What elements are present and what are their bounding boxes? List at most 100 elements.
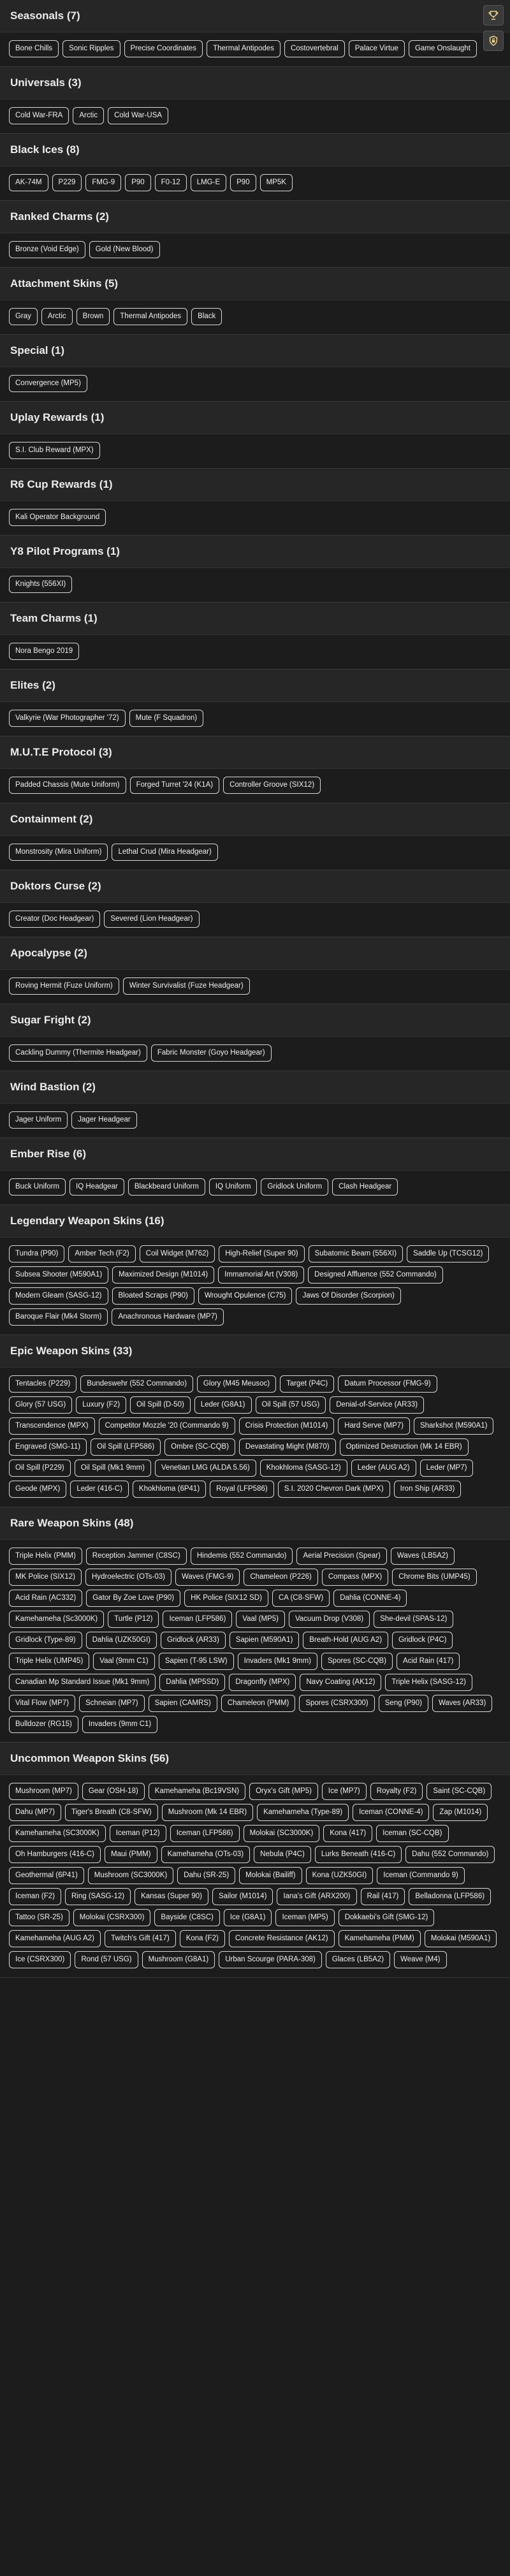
item-tag[interactable]: Fabric Monster (Goyo Headgear) bbox=[150, 1044, 272, 1062]
item-tag[interactable]: Breath-Hold (AUG A2) bbox=[303, 1632, 389, 1649]
item-tag[interactable]: Convergence (MP5) bbox=[9, 375, 87, 392]
section-header[interactable]: Apocalypse (2) bbox=[0, 937, 510, 970]
item-tag[interactable]: Schneian (MP7) bbox=[79, 1695, 145, 1712]
item-tag[interactable]: Molokai (CSRX300) bbox=[73, 1909, 151, 1926]
section-header[interactable]: Sugar Fright (2) bbox=[0, 1004, 510, 1037]
item-tag[interactable]: Chameleon (P226) bbox=[244, 1569, 318, 1586]
item-tag[interactable]: Forged Turret '24 (K1A) bbox=[129, 777, 220, 794]
section-header[interactable]: Elites (2) bbox=[0, 670, 510, 702]
item-tag[interactable]: Iceman (CONNE-4) bbox=[353, 1804, 430, 1821]
item-tag[interactable]: Glory (M45 Meusoc) bbox=[196, 1375, 277, 1393]
item-tag[interactable]: MK Police (SIX12) bbox=[9, 1569, 82, 1586]
item-tag[interactable]: She-devil (SPAS-12) bbox=[374, 1611, 454, 1628]
item-tag[interactable]: Oil Spill (57 USG) bbox=[255, 1396, 326, 1414]
section-header[interactable]: Ranked Charms (2) bbox=[0, 201, 510, 233]
item-tag[interactable]: Kamehameha (AUG A2) bbox=[9, 1930, 101, 1947]
item-tag[interactable]: Waves (LB5A2) bbox=[390, 1548, 455, 1565]
item-tag[interactable]: P90 bbox=[125, 174, 151, 191]
item-tag[interactable]: P229 bbox=[52, 174, 82, 191]
item-tag[interactable]: Amber Tech (F2) bbox=[68, 1245, 136, 1262]
item-tag[interactable]: Tiger's Breath (C8-SFW) bbox=[65, 1804, 158, 1821]
item-tag[interactable]: Gridlock (Type-89) bbox=[9, 1632, 82, 1649]
item-tag[interactable]: Kamehameha (OTs-03) bbox=[161, 1846, 251, 1863]
item-tag[interactable]: Weave (M4) bbox=[394, 1951, 447, 1968]
item-tag[interactable]: Navy Coating (AK12) bbox=[300, 1674, 382, 1691]
item-tag[interactable]: Sonic Ripples bbox=[62, 40, 120, 57]
item-tag[interactable]: Ice (MP7) bbox=[321, 1783, 367, 1800]
item-tag[interactable]: Gear (OSH-18) bbox=[82, 1783, 145, 1800]
item-tag[interactable]: High-Relief (Super 90) bbox=[219, 1245, 305, 1262]
item-tag[interactable]: AK-74M bbox=[9, 174, 48, 191]
item-tag[interactable]: Arctic bbox=[41, 308, 73, 325]
item-tag[interactable]: Kona (UZK50GI) bbox=[305, 1867, 374, 1884]
item-tag[interactable]: Game Onslaught bbox=[408, 40, 477, 57]
item-tag[interactable]: Kona (417) bbox=[323, 1825, 373, 1842]
item-tag[interactable]: Oryx's Gift (MP5) bbox=[249, 1783, 318, 1800]
item-tag[interactable]: Iceman (P12) bbox=[109, 1825, 166, 1842]
item-tag[interactable]: Severed (Lion Headgear) bbox=[104, 911, 200, 928]
item-tag[interactable]: Crisis Protection (M1014) bbox=[238, 1417, 335, 1435]
item-tag[interactable]: Mushroom (Mk 14 EBR) bbox=[161, 1804, 254, 1821]
item-tag[interactable]: Mute (F Squadron) bbox=[129, 710, 204, 727]
item-tag[interactable]: Leder (AUG A2) bbox=[351, 1460, 416, 1477]
item-tag[interactable]: Gold (New Blood) bbox=[89, 241, 160, 258]
item-tag[interactable]: Sharkshot (M590A1) bbox=[413, 1417, 494, 1435]
item-tag[interactable]: Royalty (F2) bbox=[370, 1783, 423, 1800]
item-tag[interactable]: Chameleon (PMM) bbox=[221, 1695, 296, 1712]
item-tag[interactable]: Clash Headgear bbox=[332, 1178, 398, 1196]
item-tag[interactable]: Creator (Doc Headgear) bbox=[9, 911, 101, 928]
item-tag[interactable]: Kamehameha (Sc3000K) bbox=[9, 1611, 105, 1628]
item-tag[interactable]: Optimized Destruction (Mk 14 EBR) bbox=[339, 1438, 469, 1456]
item-tag[interactable]: Seng (P90) bbox=[378, 1695, 428, 1712]
item-tag[interactable]: Urban Scourge (PARA-308) bbox=[219, 1951, 322, 1968]
item-tag[interactable]: Kansas (Super 90) bbox=[135, 1888, 208, 1905]
trophy-button[interactable] bbox=[483, 5, 504, 26]
item-tag[interactable]: Spores (CSRX300) bbox=[299, 1695, 375, 1712]
item-tag[interactable]: Dahlia (UZK50GI) bbox=[85, 1632, 157, 1649]
item-tag[interactable]: Vital Flow (MP7) bbox=[9, 1695, 76, 1712]
item-tag[interactable]: Compass (MPX) bbox=[321, 1569, 389, 1586]
item-tag[interactable]: Canadian Mp Standard Issue (Mk1 9mm) bbox=[9, 1674, 156, 1691]
item-tag[interactable]: Tattoo (SR-25) bbox=[9, 1909, 69, 1926]
item-tag[interactable]: Oh Hamburgers (416-C) bbox=[9, 1846, 101, 1863]
item-tag[interactable]: Kona (F2) bbox=[179, 1930, 225, 1947]
item-tag[interactable]: Coil Widget (M762) bbox=[139, 1245, 215, 1262]
item-tag[interactable]: Cold War-USA bbox=[108, 107, 169, 124]
item-tag[interactable]: Glaces (LB5A2) bbox=[325, 1951, 391, 1968]
item-tag[interactable]: Subatomic Beam (556XI) bbox=[308, 1245, 404, 1262]
item-tag[interactable]: Hydroelectric (OTs-03) bbox=[85, 1569, 171, 1586]
item-tag[interactable]: Royal (LFP586) bbox=[210, 1481, 274, 1498]
item-tag[interactable]: Datum Processor (FMG-9) bbox=[338, 1375, 437, 1393]
section-header[interactable]: Ember Rise (6) bbox=[0, 1138, 510, 1171]
section-header[interactable]: M.U.T.E Protocol (3) bbox=[0, 736, 510, 769]
item-tag[interactable]: Leder (MP7) bbox=[419, 1460, 474, 1477]
item-tag[interactable]: Khokhloma (SASG-12) bbox=[259, 1460, 347, 1477]
item-tag[interactable]: Winter Survivalist (Fuze Headgear) bbox=[122, 977, 250, 995]
item-tag[interactable]: Geode (MPX) bbox=[9, 1481, 67, 1498]
item-tag[interactable]: Sapien (T-95 LSW) bbox=[158, 1653, 234, 1670]
item-tag[interactable]: Oil Spill (D-50) bbox=[130, 1396, 191, 1414]
item-tag[interactable]: Turtle (P12) bbox=[108, 1611, 159, 1628]
item-tag[interactable]: Cold War-FRA bbox=[9, 107, 69, 124]
item-tag[interactable]: Kali Operator Background bbox=[9, 509, 106, 526]
item-tag[interactable]: Dahu (SR-25) bbox=[177, 1867, 236, 1884]
item-tag[interactable]: Iceman (MP5) bbox=[275, 1909, 335, 1926]
item-tag[interactable]: Ombre (SC-CQB) bbox=[164, 1438, 235, 1456]
item-tag[interactable]: Iceman (Commando 9) bbox=[377, 1867, 465, 1884]
section-header[interactable]: R6 Cup Rewards (1) bbox=[0, 469, 510, 501]
item-tag[interactable]: Jaws Of Disorder (Scorpion) bbox=[296, 1287, 401, 1305]
item-tag[interactable]: Kamehameha (Bc19VSN) bbox=[148, 1783, 246, 1800]
item-tag[interactable]: Denial-of-Service (AR33) bbox=[330, 1396, 425, 1414]
item-tag[interactable]: Gray bbox=[9, 308, 38, 325]
item-tag[interactable]: Jager Headgear bbox=[71, 1111, 137, 1129]
item-tag[interactable]: Gridlock (AR33) bbox=[160, 1632, 226, 1649]
item-tag[interactable]: Vaal (9mm C1) bbox=[93, 1653, 155, 1670]
item-tag[interactable]: Waves (AR33) bbox=[432, 1695, 493, 1712]
item-tag[interactable]: Invaders (Mk1 9mm) bbox=[237, 1653, 317, 1670]
item-tag[interactable]: Ice (G8A1) bbox=[223, 1909, 272, 1926]
section-header[interactable]: Seasonals (7) bbox=[0, 0, 510, 33]
item-tag[interactable]: Saint (SC-CQB) bbox=[426, 1783, 492, 1800]
item-tag[interactable]: Tentacles (P229) bbox=[9, 1375, 77, 1393]
item-tag[interactable]: P90 bbox=[230, 174, 256, 191]
item-tag[interactable]: Padded Chassis (Mute Uniform) bbox=[9, 777, 126, 794]
